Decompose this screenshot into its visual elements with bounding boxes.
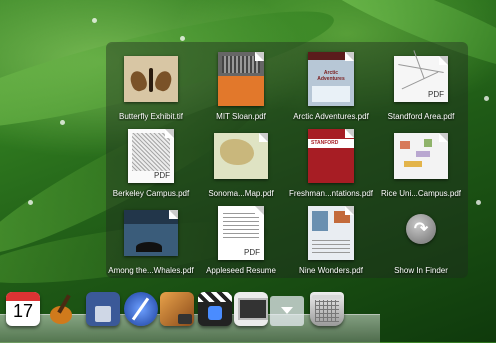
cover-title: STANFORD [311,140,339,146]
pdf-document-icon: PDF [218,206,264,260]
item-label: Rice Uni...Campus.pdf [380,189,462,198]
pdf-badge: PDF [244,248,260,257]
stack-item-sonoma-map[interactable]: Sonoma...Map.pdf [196,127,286,204]
stack-grid-view: Butterfly Exhibit.tif MIT Sloan.pdf Arct… [106,42,468,278]
keynote-icon[interactable] [86,292,120,326]
stack-item-mit-sloan[interactable]: MIT Sloan.pdf [196,50,286,127]
calendar-icon[interactable]: 17 [6,292,40,326]
calendar-day: 17 [12,301,34,321]
item-label: Berkeley Campus.pdf [112,189,190,198]
water-drop [92,18,97,23]
photo-booth-icon[interactable] [160,292,194,326]
item-label: Butterfly Exhibit.tif [118,112,184,121]
pdf-document-icon [124,210,178,256]
butterfly-image-icon [124,56,178,102]
dock: 17 [0,288,380,336]
pdf-badge: PDF [428,90,444,99]
water-drop [28,200,33,205]
pdf-map-icon [214,133,268,179]
show-in-finder-button[interactable]: ↷ Show In Finder [376,204,466,281]
water-drop [60,120,65,125]
clapper-icon[interactable] [198,292,232,326]
stack-item-among-the-whales[interactable]: Among the...Whales.pdf [106,204,196,281]
garageband-icon[interactable] [46,292,80,326]
stack-item-appleseed-resume[interactable]: PDF Appleseed Resume [196,204,286,281]
pdf-document-icon: STANFORD [308,129,354,183]
item-label: Nine Wonders.pdf [299,266,363,275]
pdf-map-icon [394,133,448,179]
item-label: Standford Area.pdf [387,112,455,121]
stack-item-berkeley-campus[interactable]: PDF Berkeley Campus.pdf [106,127,196,204]
stack-item-butterfly-exhibit[interactable]: Butterfly Exhibit.tif [106,50,196,127]
pdf-document-icon [308,206,354,260]
item-label: Sonoma...Map.pdf [208,189,274,198]
item-label: Arctic Adventures.pdf [293,112,369,121]
stack-item-rice-campus[interactable]: Rice Uni...Campus.pdf [376,127,466,204]
item-label: Show In Finder [394,266,448,275]
item-label: MIT Sloan.pdf [216,112,266,121]
item-label: Appleseed Resume [206,266,276,275]
pdf-document-icon: Arctic Adventures [308,52,354,106]
stack-item-nine-wonders[interactable]: Nine Wonders.pdf [286,204,376,281]
pdf-badge: PDF [154,171,170,180]
arrow-curve-icon: ↷ [406,214,436,244]
pdf-map-icon: PDF [128,129,174,183]
water-drop [476,200,481,205]
pdf-document-icon [218,52,264,106]
item-label: Among the...Whales.pdf [108,266,194,275]
stack-item-standford-area[interactable]: PDF Standford Area.pdf [376,50,466,127]
quill-icon[interactable] [124,292,158,326]
item-label: Freshman...ntations.pdf [288,189,374,198]
stack-item-freshman-orientations[interactable]: STANFORD Freshman...ntations.pdf [286,127,376,204]
pdf-map-icon: PDF [394,50,448,102]
stack-icon[interactable] [270,296,304,326]
cover-title: Arctic Adventures [317,70,345,82]
stack-item-arctic-adventures[interactable]: Arctic Adventures Arctic Adventures.pdf [286,50,376,127]
trash-icon[interactable] [310,292,344,326]
water-drop [180,36,185,41]
screen-icon[interactable] [234,292,268,326]
water-drop [484,96,489,101]
